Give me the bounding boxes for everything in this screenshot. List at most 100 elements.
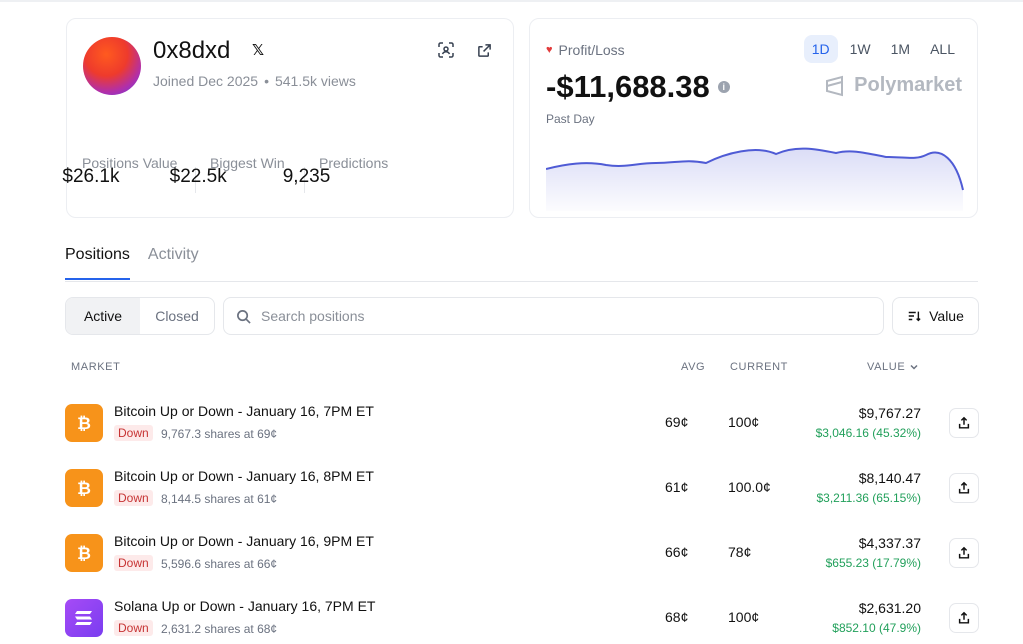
position-pnl: $3,211.36 (65.15%) (816, 491, 921, 505)
shares-text: 8,144.5 shares at 61¢ (161, 492, 278, 506)
pnl-value-wrap: -$11,688.38 i (546, 69, 730, 105)
sort-label: Value (929, 308, 964, 324)
upload-icon (958, 611, 970, 624)
svg-text:₿: ₿ (77, 414, 91, 434)
info-icon[interactable]: i (717, 81, 730, 93)
share-button[interactable] (949, 473, 979, 503)
current-price: 100¢ (728, 609, 760, 625)
upload-icon (958, 416, 970, 429)
col-header-avg: AVG (681, 361, 706, 373)
stat-predictions: Predictions 9,235 (283, 155, 389, 187)
current-price: 100.0¢ (728, 479, 771, 495)
username: 0x8dxd (153, 37, 231, 64)
period-label: Past Day (546, 112, 595, 126)
sort-button[interactable]: Value (892, 297, 979, 335)
position-value: $4,337.37 (858, 535, 921, 551)
col-header-value[interactable]: VALUE (867, 361, 919, 373)
position-pnl: $3,046.16 (45.32%) (815, 426, 921, 440)
outcome-badge: Down (114, 555, 153, 571)
search-box (223, 297, 884, 335)
pnl-header: ♥ Profit/Loss (546, 42, 625, 58)
current-price: 78¢ (728, 544, 752, 560)
position-pnl: $655.23 (17.79%) (825, 556, 921, 570)
filter-active-button[interactable]: Active (66, 298, 140, 334)
table-row[interactable]: ₿ Bitcoin Up or Down - January 16, 7PM E… (65, 400, 979, 446)
profile-meta: Joined Dec 2025 • 541.5k views (153, 73, 356, 89)
shares-text: 2,631.2 shares at 68¢ (161, 622, 278, 636)
view-count: 541.5k views (274, 73, 356, 89)
position-value: $8,140.47 (858, 470, 921, 486)
stat-value: $22.5k (169, 166, 227, 187)
position-value: $2,631.20 (858, 600, 921, 616)
avg-price: 66¢ (665, 544, 689, 560)
bitcoin-icon: ₿ (65, 469, 103, 507)
upload-icon (958, 481, 970, 494)
profile-card: 0x8dxd 𝕏 Joined Dec 2025 • 541.5k views Po… (62, 18, 514, 218)
bitcoin-icon: ₿ (65, 534, 103, 572)
svg-text:₿: ₿ (77, 544, 91, 564)
outcome-badge: Down (114, 425, 153, 441)
stat-biggest-win: Biggest Win $22.5k (170, 155, 285, 187)
tab-activity[interactable]: Activity (148, 246, 199, 280)
chevron-down-icon (910, 364, 918, 370)
position-pnl: $852.10 (47.9%) (832, 621, 921, 635)
x-social-icon[interactable]: 𝕏 (248, 41, 268, 61)
tab-positions[interactable]: Positions (65, 246, 130, 280)
solana-icon (65, 599, 103, 637)
brand-name: Polymarket (854, 74, 962, 96)
upload-icon (958, 546, 970, 559)
table-row[interactable]: Solana Up or Down - January 16, 7PM ET D… (65, 595, 979, 641)
share-button[interactable] (949, 603, 979, 633)
range-tab-1m[interactable]: 1M (883, 35, 918, 63)
shares-text: 5,596.6 shares at 66¢ (161, 557, 278, 571)
pnl-value: -$11,688.38 (546, 69, 710, 104)
share-button[interactable] (949, 538, 979, 568)
brand-logo: Polymarket (824, 74, 962, 97)
svg-text:₿: ₿ (77, 479, 91, 499)
market-title[interactable]: Solana Up or Down - January 16, 7PM ET (114, 598, 375, 614)
table-row[interactable]: ₿ Bitcoin Up or Down - January 16, 9PM E… (65, 530, 979, 576)
outcome-badge: Down (114, 620, 153, 636)
polymarket-icon (826, 75, 844, 96)
pnl-chart (546, 147, 964, 211)
col-header-value-label: VALUE (867, 361, 906, 373)
stat-positions-value: Positions Value $26.1k (62, 155, 177, 187)
status-segment: Active Closed (65, 297, 215, 335)
outcome-badge: Down (114, 490, 153, 506)
range-tab-1w[interactable]: 1W (842, 35, 879, 63)
search-input[interactable] (261, 308, 861, 324)
top-divider (0, 0, 1023, 2)
market-title[interactable]: Bitcoin Up or Down - January 16, 7PM ET (114, 403, 374, 419)
stat-value: $26.1k (62, 166, 120, 187)
range-tab-1d[interactable]: 1D (803, 35, 838, 63)
search-icon (237, 309, 251, 324)
range-tab-all[interactable]: ALL (922, 35, 963, 63)
col-header-market: MARKET (71, 361, 121, 373)
avg-price: 69¢ (665, 414, 689, 430)
scan-icon[interactable] (435, 39, 457, 61)
profile-tabs: Positions Activity (65, 246, 199, 280)
sort-icon (908, 311, 921, 322)
separator-dot: • (264, 73, 269, 89)
heart-icon: ♥ (546, 44, 553, 56)
external-link-icon[interactable] (473, 39, 495, 61)
market-title[interactable]: Bitcoin Up or Down - January 16, 9PM ET (114, 533, 374, 549)
pnl-card: ♥ Profit/Loss 1D 1W 1M ALL -$11,688.38 i… (529, 18, 978, 218)
avg-price: 61¢ (665, 479, 689, 495)
shares-text: 9,767.3 shares at 69¢ (161, 427, 278, 441)
table-row[interactable]: ₿ Bitcoin Up or Down - January 16, 8PM E… (65, 465, 979, 511)
market-title[interactable]: Bitcoin Up or Down - January 16, 8PM ET (114, 468, 374, 484)
stat-value: 9,235 (282, 166, 331, 187)
bitcoin-icon: ₿ (65, 404, 103, 442)
current-price: 100¢ (728, 414, 760, 430)
avg-price: 68¢ (665, 609, 689, 625)
position-value: $9,767.27 (858, 405, 921, 421)
range-tabs: 1D 1W 1M ALL (803, 35, 963, 63)
col-header-current: CURRENT (730, 361, 788, 373)
avatar[interactable] (83, 37, 141, 95)
share-button[interactable] (949, 408, 979, 438)
filter-closed-button[interactable]: Closed (140, 298, 214, 334)
tabs-divider (65, 281, 978, 282)
pnl-title: Profit/Loss (558, 42, 625, 58)
joined-date: Joined Dec 2025 (153, 73, 259, 89)
